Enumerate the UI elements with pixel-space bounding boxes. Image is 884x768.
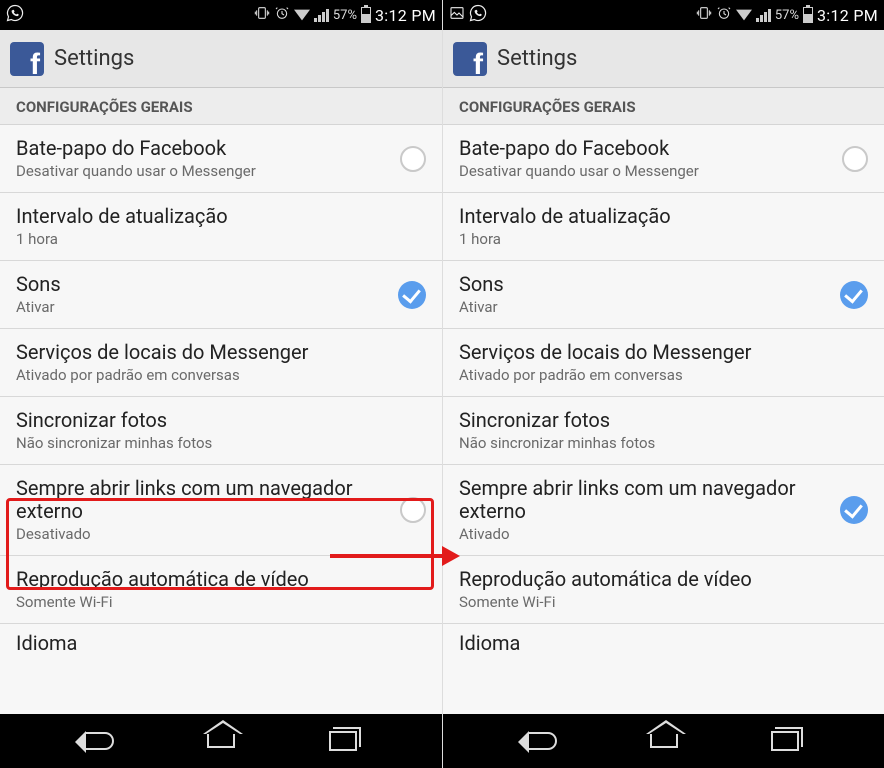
row-subtitle: Desativado [16, 525, 390, 543]
row-messenger-location[interactable]: Serviços de locais do Messenger Ativado … [0, 329, 442, 397]
row-language[interactable]: Idioma [443, 624, 884, 655]
page-title: Settings [497, 46, 577, 71]
gallery-icon [449, 5, 465, 25]
row-title: Intervalo de atualização [16, 205, 426, 228]
row-title: Reprodução automática de vídeo [16, 568, 426, 591]
row-subtitle: Não sincronizar minhas fotos [16, 434, 426, 452]
row-subtitle: Desativar quando usar o Messenger [16, 162, 390, 180]
vibrate-icon [254, 5, 270, 25]
row-sounds[interactable]: Sons Ativar [0, 261, 442, 329]
toggle-unchecked-icon[interactable] [842, 146, 868, 172]
row-subtitle: Ativado por padrão em conversas [459, 366, 868, 384]
row-video-autoplay[interactable]: Reprodução automática de vídeo Somente W… [0, 556, 442, 624]
nav-home-button[interactable] [198, 726, 244, 756]
battery-percent: 57% [775, 8, 799, 23]
alarm-icon [274, 5, 290, 25]
row-subtitle: Somente Wi-Fi [459, 593, 868, 611]
nav-recent-button[interactable] [762, 726, 808, 756]
row-title: Idioma [16, 632, 426, 655]
row-title: Sincronizar fotos [16, 409, 426, 432]
row-title: Sincronizar fotos [459, 409, 868, 432]
toggle-checked-icon[interactable] [840, 496, 868, 524]
row-subtitle: 1 hora [16, 230, 426, 248]
app-header: Settings [443, 30, 884, 88]
row-subtitle: Ativado por padrão em conversas [16, 366, 426, 384]
row-language[interactable]: Idioma [0, 624, 442, 655]
battery-percent: 57% [333, 8, 357, 23]
whatsapp-icon [6, 4, 24, 26]
vibrate-icon [696, 5, 712, 25]
row-video-autoplay[interactable]: Reprodução automática de vídeo Somente W… [443, 556, 884, 624]
row-subtitle: Somente Wi-Fi [16, 593, 426, 611]
android-nav-bar [0, 714, 442, 768]
battery-icon [361, 7, 371, 23]
row-title: Intervalo de atualização [459, 205, 868, 228]
row-title: Sons [16, 273, 388, 296]
nav-back-button[interactable] [76, 726, 122, 756]
row-title: Reprodução automática de vídeo [459, 568, 868, 591]
toggle-unchecked-icon[interactable] [400, 497, 426, 523]
row-title: Bate-papo do Facebook [459, 137, 832, 160]
row-title: Serviços de locais do Messenger [459, 341, 868, 364]
whatsapp-icon [469, 4, 487, 26]
android-nav-bar [443, 714, 884, 768]
status-right: 57% 3:12 PM [696, 5, 878, 25]
nav-recent-button[interactable] [320, 726, 366, 756]
row-sounds[interactable]: Sons Ativar [443, 261, 884, 329]
settings-list: CONFIGURAÇÕES GERAIS Bate-papo do Facebo… [443, 88, 884, 714]
row-title: Sons [459, 273, 830, 296]
row-subtitle: Ativar [16, 298, 388, 316]
row-title: Sempre abrir links com um navegador exte… [459, 477, 830, 523]
status-bar: 57% 3:12 PM [443, 0, 884, 30]
status-left [449, 4, 487, 26]
nav-home-button[interactable] [641, 726, 687, 756]
battery-icon [803, 7, 813, 23]
wifi-icon [294, 10, 310, 21]
toggle-unchecked-icon[interactable] [400, 146, 426, 172]
row-title: Idioma [459, 632, 868, 655]
clock-time: 3:12 PM [817, 6, 878, 25]
app-header: Settings [0, 30, 442, 88]
toggle-checked-icon[interactable] [398, 281, 426, 309]
signal-icon [314, 8, 329, 22]
row-external-browser[interactable]: Sempre abrir links com um navegador exte… [0, 465, 442, 556]
section-header-general: CONFIGURAÇÕES GERAIS [0, 88, 442, 125]
row-update-interval[interactable]: Intervalo de atualização 1 hora [443, 193, 884, 261]
screen-after: 57% 3:12 PM Settings CONFIGURAÇÕES GERAI… [442, 0, 884, 768]
alarm-icon [716, 5, 732, 25]
row-title: Sempre abrir links com um navegador exte… [16, 477, 390, 523]
wifi-icon [736, 10, 752, 21]
status-left [6, 4, 24, 26]
screen-before: 57% 3:12 PM Settings CONFIGURAÇÕES GERAI… [0, 0, 442, 768]
row-subtitle: Não sincronizar minhas fotos [459, 434, 868, 452]
row-update-interval[interactable]: Intervalo de atualização 1 hora [0, 193, 442, 261]
row-facebook-chat[interactable]: Bate-papo do Facebook Desativar quando u… [0, 125, 442, 193]
toggle-checked-icon[interactable] [840, 281, 868, 309]
status-bar: 57% 3:12 PM [0, 0, 442, 30]
row-subtitle: Desativar quando usar o Messenger [459, 162, 832, 180]
facebook-logo-icon [10, 42, 44, 76]
row-facebook-chat[interactable]: Bate-papo do Facebook Desativar quando u… [443, 125, 884, 193]
nav-back-button[interactable] [519, 726, 565, 756]
row-external-browser[interactable]: Sempre abrir links com um navegador exte… [443, 465, 884, 556]
clock-time: 3:12 PM [375, 6, 436, 25]
row-sync-photos[interactable]: Sincronizar fotos Não sincronizar minhas… [0, 397, 442, 465]
row-sync-photos[interactable]: Sincronizar fotos Não sincronizar minhas… [443, 397, 884, 465]
settings-list: CONFIGURAÇÕES GERAIS Bate-papo do Facebo… [0, 88, 442, 714]
row-subtitle: 1 hora [459, 230, 868, 248]
signal-icon [756, 8, 771, 22]
row-messenger-location[interactable]: Serviços de locais do Messenger Ativado … [443, 329, 884, 397]
status-right: 57% 3:12 PM [254, 5, 436, 25]
page-title: Settings [54, 46, 134, 71]
row-title: Serviços de locais do Messenger [16, 341, 426, 364]
section-header-general: CONFIGURAÇÕES GERAIS [443, 88, 884, 125]
row-title: Bate-papo do Facebook [16, 137, 390, 160]
facebook-logo-icon [453, 42, 487, 76]
row-subtitle: Ativar [459, 298, 830, 316]
row-subtitle: Ativado [459, 525, 830, 543]
